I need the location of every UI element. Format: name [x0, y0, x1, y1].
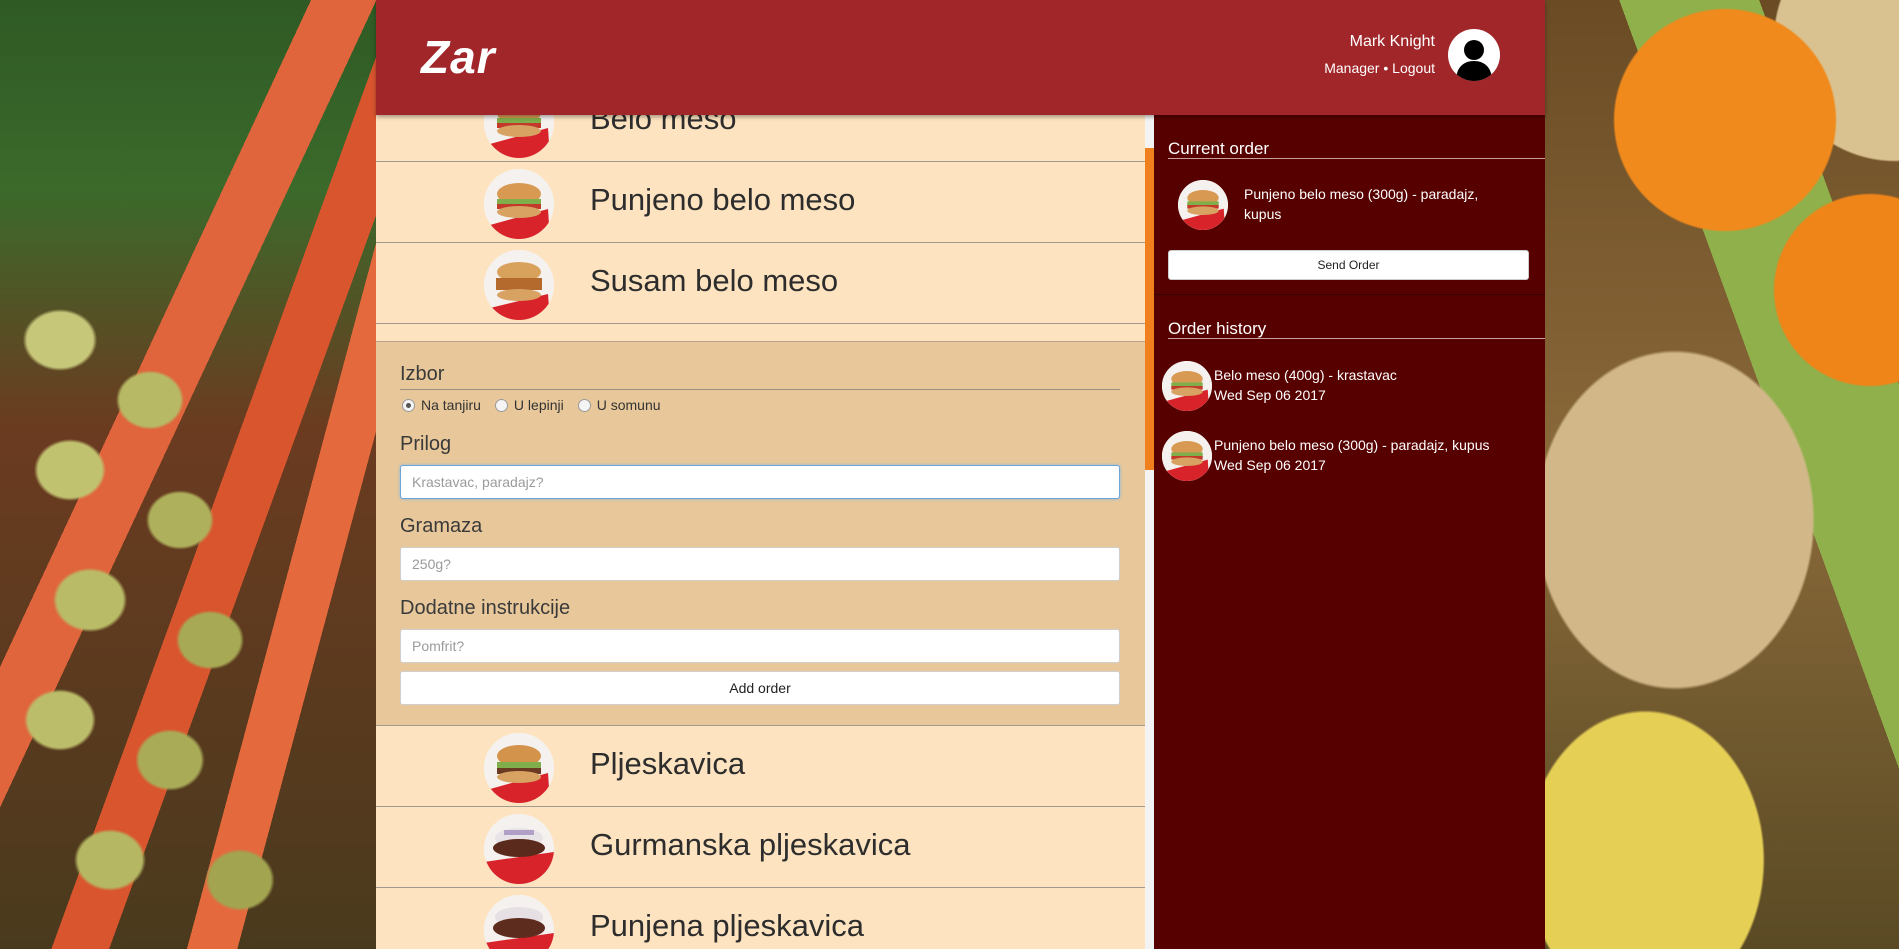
radio-u-somunu[interactable]: U somunu — [577, 397, 661, 413]
current-order-thumbnail-icon — [1178, 180, 1228, 230]
izbor-divider — [400, 389, 1120, 390]
menu-item-name: Punjeno belo meso — [590, 182, 856, 217]
menu-item-name: Gurmanska pljeskavica — [590, 827, 911, 862]
izbor-options: Na tanjiru U lepinji U somunu — [402, 397, 661, 413]
user-name: Mark Knight — [1349, 33, 1435, 50]
history-item-date: Wed Sep 06 2017 — [1214, 387, 1326, 403]
burger-thumbnail-icon — [484, 733, 554, 803]
menu-item-name: Punjena pljeskavica — [590, 908, 865, 943]
menu-scrollbar-thumb[interactable] — [1145, 148, 1154, 470]
separator: • — [1383, 60, 1389, 76]
radio-unchecked-icon[interactable] — [577, 398, 591, 412]
radio-checked-icon[interactable] — [402, 398, 415, 412]
gramaza-label: Gramaza — [400, 515, 483, 537]
menu-item[interactable]: Susam belo meso — [376, 243, 1145, 324]
prilog-label: Prilog — [400, 433, 452, 455]
menu-item[interactable]: Gurmanska pljeskavica — [376, 807, 1145, 888]
menu-item[interactable]: Punjena pljeskavica — [376, 888, 1145, 949]
radio-label: U lepinji — [513, 397, 564, 413]
history-thumbnail-icon — [1162, 361, 1212, 411]
gramaza-input[interactable] — [400, 547, 1120, 581]
app-logo[interactable]: Zar — [421, 30, 496, 84]
history-thumbnail-icon — [1162, 431, 1212, 481]
background-vegetables-left — [0, 0, 376, 949]
person-silhouette-icon — [1456, 40, 1492, 81]
order-history-divider — [1168, 338, 1545, 339]
history-item-text: Punjeno belo meso (300g) - paradajz, kup… — [1214, 435, 1490, 475]
current-order-item[interactable]: Punjeno belo meso (300g) - paradajz, kup… — [1244, 184, 1504, 224]
menu-item-name: Belo meso — [590, 115, 737, 136]
logout-link[interactable]: Logout — [1392, 60, 1435, 76]
user-links: Manager • Logout — [1324, 60, 1435, 76]
history-item-text: Belo meso (400g) - krastavac Wed Sep 06 … — [1214, 365, 1397, 405]
menu-item[interactable]: Punjeno belo meso — [376, 162, 1145, 243]
sidebar-divider — [1154, 294, 1545, 295]
history-item-title: Belo meso (400g) - krastavac — [1214, 367, 1397, 383]
radio-na-tanjiru[interactable]: Na tanjiru — [402, 397, 481, 413]
burger-thumbnail-icon — [484, 115, 554, 158]
radio-unchecked-icon[interactable] — [494, 398, 508, 412]
menu-item-name: Pljeskavica — [590, 746, 746, 781]
patty-plate-thumbnail-icon — [484, 895, 554, 949]
history-item-title: Punjeno belo meso (300g) - paradajz, kup… — [1214, 437, 1490, 453]
radio-label: Na tanjiru — [421, 397, 481, 413]
order-history-title: Order history — [1168, 319, 1267, 338]
radio-u-lepinji[interactable]: U lepinji — [494, 397, 564, 413]
send-order-button[interactable]: Send Order — [1168, 250, 1529, 280]
order-form: Izbor Na tanjiru U lepinji U somunu Pril… — [376, 341, 1145, 726]
menu-item[interactable]: Pljeskavica — [376, 726, 1145, 807]
background-fruit-right — [1545, 0, 1899, 949]
menu-item[interactable]: Belo meso — [376, 115, 1145, 162]
user-avatar[interactable] — [1448, 29, 1500, 81]
menu-list: Belo meso Punjeno belo meso Susam belo m… — [376, 115, 1145, 949]
izbor-label: Izbor — [400, 363, 445, 385]
current-order-title: Current order — [1168, 139, 1270, 158]
history-item[interactable]: Belo meso (400g) - krastavac Wed Sep 06 … — [1162, 359, 1542, 411]
chicken-sandwich-thumbnail-icon — [484, 250, 554, 320]
patty-plate-thumbnail-icon — [484, 814, 554, 884]
top-header: Zar Mark Knight Manager • Logout — [376, 0, 1545, 115]
order-sidebar: Current order Punjeno belo meso (300g) -… — [1154, 115, 1545, 949]
history-item[interactable]: Punjeno belo meso (300g) - paradajz, kup… — [1162, 429, 1542, 481]
add-order-button[interactable]: Add order — [400, 671, 1120, 705]
radio-label: U somunu — [596, 397, 661, 413]
manager-link[interactable]: Manager — [1324, 60, 1379, 76]
instrukcije-label: Dodatne instrukcije — [400, 597, 571, 619]
burger-thumbnail-icon — [484, 169, 554, 239]
menu-item-name: Susam belo meso — [590, 263, 839, 298]
history-item-date: Wed Sep 06 2017 — [1214, 457, 1326, 473]
instrukcije-input[interactable] — [400, 629, 1120, 663]
current-order-divider — [1168, 158, 1545, 159]
app-shell: Zar Mark Knight Manager • Logout Belo me… — [376, 0, 1545, 949]
prilog-input[interactable] — [400, 465, 1120, 499]
